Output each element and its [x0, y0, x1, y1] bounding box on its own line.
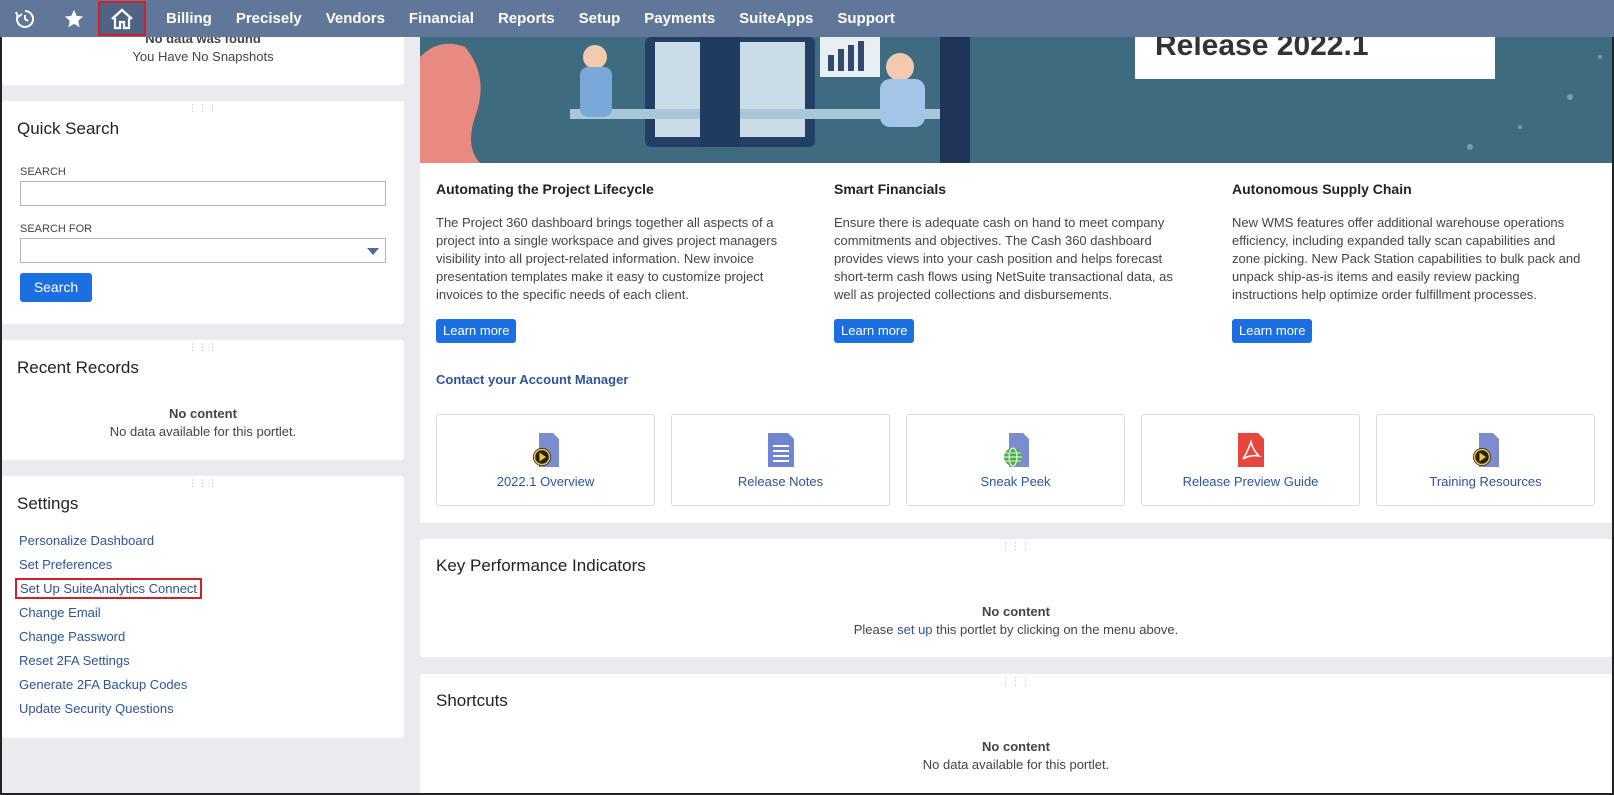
- feature-line: presentation templates make it easy to c…: [436, 269, 764, 284]
- quick-search-title: Quick Search: [17, 119, 120, 138]
- learn-more-button-supply-chain[interactable]: Learn more: [1232, 319, 1313, 343]
- settings-title: Settings: [17, 494, 79, 513]
- feature-line: well as projected collections and disbur…: [834, 287, 1113, 302]
- feature-line: short-term cash flows using NetSuite tra…: [834, 269, 1173, 284]
- feature-text-project: The Project 360 dashboard brings togethe…: [436, 214, 816, 304]
- resource-card-release-notes[interactable]: Release Notes: [671, 414, 890, 506]
- feature-line: project into a single workspace and give…: [436, 233, 778, 248]
- search-input[interactable]: [20, 181, 386, 206]
- feature-line: commitments and objectives. The Cash 360…: [834, 233, 1152, 248]
- feature-line: New WMS features offer additional wareho…: [1232, 215, 1565, 230]
- chevron-down-icon: [367, 248, 379, 255]
- contact-account-manager-link[interactable]: Contact your Account Manager: [436, 372, 628, 387]
- resource-label: Sneak Peek: [980, 474, 1051, 489]
- snapshots-no-data: No data was found: [145, 37, 261, 46]
- search-label: SEARCH: [20, 166, 66, 178]
- globe-doc-icon: [1003, 433, 1029, 467]
- kpi-message-text: this portlet by clicking on the menu abo…: [932, 622, 1179, 637]
- search-for-select[interactable]: [20, 238, 386, 263]
- learn-more-button-financials[interactable]: Learn more: [834, 319, 915, 343]
- home-icon[interactable]: [98, 1, 146, 36]
- shortcuts-title: Shortcuts: [436, 691, 508, 710]
- release-title-box: Release 2022.1: [1135, 37, 1495, 79]
- learn-more-button-project[interactable]: Learn more: [436, 319, 517, 343]
- search-button[interactable]: Search: [20, 273, 92, 302]
- resource-card-sneak-peek[interactable]: Sneak Peek: [906, 414, 1125, 506]
- document-icon: [767, 433, 794, 467]
- feature-line: unpack ship-as-is items and easily revie…: [1232, 269, 1520, 284]
- resource-label: Training Resources: [1429, 474, 1542, 489]
- nav-support[interactable]: Support: [825, 0, 907, 37]
- feature-title-project: Automating the Project Lifecycle: [436, 181, 654, 197]
- nav-billing[interactable]: Billing: [154, 0, 224, 37]
- resource-label: Release Notes: [737, 474, 824, 489]
- nav-suiteapps[interactable]: SuiteApps: [727, 0, 825, 37]
- favorites-star-icon[interactable]: [50, 0, 98, 37]
- snapshots-message: You Have No Snapshots: [132, 49, 274, 64]
- feature-text-financials: Ensure there is adequate cash on hand to…: [834, 214, 1214, 304]
- personalize-dashboard-link[interactable]: Personalize Dashboard: [19, 533, 154, 548]
- top-nav: Billing Precisely Vendors Financial Repo…: [0, 0, 1614, 37]
- change-password-link[interactable]: Change Password: [19, 629, 125, 644]
- kpi-title: Key Performance Indicators: [436, 556, 646, 575]
- shortcuts-no-content: No content: [982, 739, 1050, 754]
- recent-records-no-content: No content: [169, 406, 237, 421]
- drag-handle[interactable]: ⋮⋮⋮: [188, 343, 218, 352]
- update-security-questions-link[interactable]: Update Security Questions: [19, 701, 174, 716]
- feature-line: Ensure there is adequate cash on hand to…: [834, 215, 1165, 230]
- kpi-set-up-link[interactable]: set up: [897, 622, 932, 637]
- kpi-message-text: Please: [853, 622, 898, 637]
- release-hero-image: Release 2022.1: [420, 37, 1612, 163]
- release-title: Release 2022.1: [1155, 37, 1369, 62]
- nav-financial[interactable]: Financial: [397, 0, 486, 37]
- resource-label: Release Preview Guide: [1182, 474, 1319, 489]
- resource-card-preview-guide[interactable]: Release Preview Guide: [1141, 414, 1360, 506]
- feature-line: zone picking. New Pack Station capabilit…: [1232, 251, 1581, 266]
- feature-line: provides views into your cash position a…: [834, 251, 1163, 266]
- resource-card-overview[interactable]: 2022.1 Overview: [436, 414, 655, 506]
- nav-vendors[interactable]: Vendors: [314, 0, 397, 37]
- feature-line: instructions help optimize order fulfill…: [1232, 287, 1537, 302]
- feature-title-financials: Smart Financials: [834, 181, 947, 197]
- pdf-icon: [1237, 433, 1264, 467]
- drag-handle[interactable]: ⋮⋮⋮: [188, 104, 218, 113]
- search-for-label: SEARCH FOR: [20, 223, 93, 235]
- feature-line: The Project 360 dashboard brings togethe…: [436, 215, 774, 230]
- reset-2fa-link[interactable]: Reset 2FA Settings: [19, 653, 130, 668]
- set-preferences-link[interactable]: Set Preferences: [19, 557, 112, 572]
- kpi-no-content: No content: [982, 604, 1050, 619]
- suiteanalytics-connect-link[interactable]: Set Up SuiteAnalytics Connect: [15, 578, 203, 599]
- change-email-link[interactable]: Change Email: [19, 605, 101, 620]
- drag-handle[interactable]: ⋮⋮⋮: [188, 479, 218, 488]
- feature-text-supply-chain: New WMS features offer additional wareho…: [1232, 214, 1612, 304]
- drag-handle[interactable]: ⋮⋮⋮: [1001, 677, 1031, 686]
- feature-title-supply-chain: Autonomous Supply Chain: [1232, 181, 1412, 197]
- nav-reports[interactable]: Reports: [486, 0, 567, 37]
- video-doc-icon: [532, 433, 559, 467]
- recent-records-title: Recent Records: [17, 358, 139, 377]
- feature-line: efficiency, including expanded tally sca…: [1232, 233, 1556, 248]
- quick-search-portlet: ⋮⋮⋮ Quick Search SEARCH SEARCH FOR Searc…: [2, 101, 404, 324]
- recent-history-icon[interactable]: [0, 0, 50, 37]
- snapshots-portlet: No data was found You Have No Snapshots: [2, 37, 404, 85]
- shortcuts-portlet: ⋮⋮⋮ Shortcuts No content No data availab…: [420, 674, 1612, 795]
- feature-line: visibility into all project-related info…: [436, 251, 754, 266]
- nav-precisely[interactable]: Precisely: [224, 0, 314, 37]
- generate-2fa-codes-link[interactable]: Generate 2FA Backup Codes: [19, 677, 187, 692]
- nav-setup[interactable]: Setup: [567, 0, 633, 37]
- feature-line: invoices to the specific needs of each c…: [436, 287, 689, 302]
- kpi-portlet: ⋮⋮⋮ Key Performance Indicators No conten…: [420, 539, 1612, 657]
- recent-records-message: No data available for this portlet.: [109, 424, 297, 439]
- resource-card-training[interactable]: Training Resources: [1376, 414, 1595, 506]
- resource-label: 2022.1 Overview: [496, 474, 595, 489]
- kpi-message: Please set up this portlet by clicking o…: [420, 622, 1612, 637]
- recent-records-portlet: ⋮⋮⋮ Recent Records No content No data av…: [2, 340, 404, 460]
- settings-portlet: ⋮⋮⋮ Settings Personalize Dashboard Set P…: [2, 476, 404, 738]
- drag-handle[interactable]: ⋮⋮⋮: [1001, 542, 1031, 551]
- nav-payments[interactable]: Payments: [632, 0, 727, 37]
- shortcuts-message: No data available for this portlet.: [922, 757, 1110, 772]
- video-doc-icon: [1472, 433, 1499, 467]
